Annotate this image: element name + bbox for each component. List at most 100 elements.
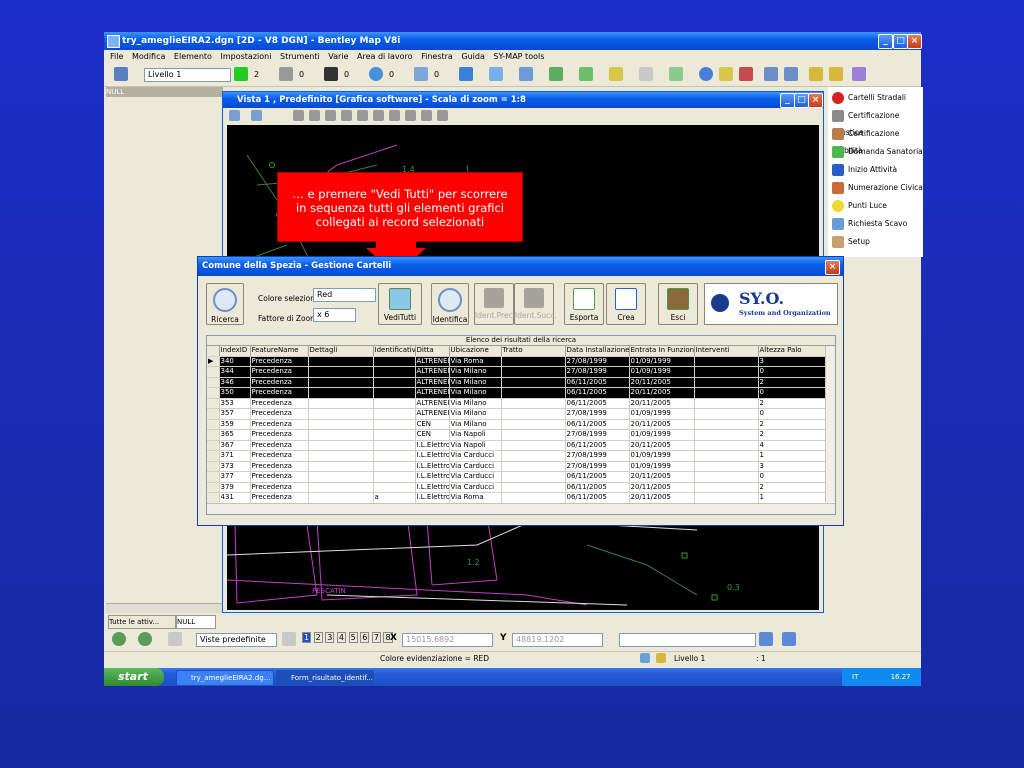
table-cell[interactable]: Precedenza [250,461,309,472]
table-cell[interactable] [501,356,566,367]
table-cell[interactable] [373,482,416,493]
maximize-button[interactable]: □ [893,34,908,49]
row-indicator[interactable] [207,377,220,388]
column-header[interactable]: Dettagli [308,346,374,357]
ricerca-button[interactable]: Ricerca [206,283,244,325]
table-cell[interactable] [501,471,566,483]
table-row[interactable]: 346 Precedenza ALTRENER Via Milano 06/11/200… [207,377,828,388]
view-attributes-icon[interactable] [229,110,240,121]
layer2-icon[interactable] [784,67,798,81]
row-indicator[interactable] [207,492,220,504]
table-cell[interactable]: CEN [415,429,450,441]
table-cell[interactable]: Via Roma [449,356,502,367]
view-close-button[interactable]: × [808,93,823,108]
menu-guida[interactable]: Guida [461,52,484,61]
table-cell[interactable] [694,356,759,367]
table-cell[interactable]: 359 [219,419,251,430]
table-cell[interactable]: 20/11/2005 [629,471,695,483]
table-cell[interactable]: I.L.Elettro [415,461,450,472]
menu-cartelli-stradali[interactable]: Cartelli Stradali [832,89,906,106]
table-cell[interactable]: 371 [219,450,251,462]
table-cell[interactable]: 20/11/2005 [629,482,695,493]
menu-impostazioni[interactable]: Impostazioni [220,52,271,61]
table-cell[interactable]: 01/09/1999 [629,356,695,367]
menu-numerazione-civica[interactable]: Numerazione Civica [832,179,923,196]
table-cell[interactable]: Precedenza [250,408,309,420]
snap-icon[interactable] [639,67,653,81]
table-cell[interactable]: 27/08/1999 [565,366,630,378]
table-cell[interactable] [308,461,374,472]
table-cell[interactable]: Via Napoli [449,429,502,441]
views-select[interactable]: Viste predefinite [196,633,277,647]
table-cell[interactable]: 20/11/2005 [629,398,695,409]
table-cell[interactable]: 431 [219,492,251,504]
table-cell[interactable]: 0 [758,366,828,378]
table-cell[interactable] [373,440,416,451]
view-display-icon[interactable] [251,110,262,121]
zoom-in-icon[interactable] [309,110,320,121]
table-cell[interactable]: I.L.Elettro [415,440,450,451]
menu-setup[interactable]: Setup [832,233,870,250]
table-cell[interactable]: Precedenza [250,377,309,388]
table-cell[interactable] [308,482,374,493]
table-cell[interactable]: Precedenza [250,471,309,483]
table-cell[interactable]: 344 [219,366,251,378]
table-cell[interactable]: 3 [758,461,828,472]
menu-file[interactable]: File [110,52,123,61]
table-cell[interactable]: Via Milano [449,419,502,430]
column-header[interactable]: Interventi [694,346,759,357]
table-cell[interactable]: I.L.Elettro [415,471,450,483]
table-cell[interactable]: I.L.Elettro [415,482,450,493]
zoom-select[interactable]: x 6 [313,308,356,322]
left-panel-scrollbar[interactable] [106,603,223,613]
table-cell[interactable]: CEN [415,419,450,430]
table-cell[interactable] [373,377,416,388]
table-cell[interactable]: 06/11/2005 [565,440,630,451]
table-cell[interactable]: 27/08/1999 [565,450,630,462]
window-area-icon[interactable] [341,110,352,121]
table-cell[interactable] [501,482,566,493]
table-cell[interactable]: I.L.Elettro [415,492,450,504]
table-cell[interactable]: Precedenza [250,398,309,409]
start-button[interactable]: start [104,668,164,686]
grid-horizontal-scrollbar[interactable] [207,503,835,514]
vedi-tutti-button[interactable]: VediTutti [378,283,422,325]
column-header[interactable]: Altezza Palo [758,346,828,357]
table-cell[interactable]: Via Roma [449,492,502,504]
table-cell[interactable]: 20/11/2005 [629,492,695,504]
table-cell[interactable] [694,419,759,430]
table-cell[interactable] [501,440,566,451]
table-cell[interactable]: 3 [758,356,828,367]
level-select[interactable]: Livello 1 [144,68,231,82]
row-indicator[interactable] [207,366,220,378]
view-group-icon[interactable] [282,632,296,646]
table-cell[interactable]: 350 [219,387,251,399]
table-cell[interactable]: 20/11/2005 [629,387,695,399]
table-cell[interactable] [308,377,374,388]
table-cell[interactable]: 01/09/1999 [629,366,695,378]
view-7-button[interactable]: 7 [371,632,381,643]
view-minimize-button[interactable]: _ [780,93,795,108]
table-cell[interactable] [373,387,416,399]
view-6-button[interactable]: 6 [360,632,370,643]
menu-inizio-attivita[interactable]: Inizio Attività [832,161,897,178]
rotate-icon[interactable] [579,67,593,81]
table-cell[interactable] [308,398,374,409]
table-row[interactable]: 365 Precedenza CEN Via Napoli 27/08/1999 01/0… [207,429,828,441]
table-cell[interactable]: Via Carducci [449,482,502,493]
snap-mode-icon[interactable] [782,632,796,646]
table-cell[interactable] [694,377,759,388]
grid-vertical-scrollbar[interactable] [825,346,835,502]
zoom-out-icon[interactable] [325,110,336,121]
table-cell[interactable] [373,408,416,420]
table-cell[interactable]: Via Milano [449,398,502,409]
forward-icon[interactable] [138,632,152,646]
close-button[interactable]: × [907,34,922,49]
table-cell[interactable]: Precedenza [250,429,309,441]
table-row[interactable]: 344 Precedenza ALTRENER Via Milano 27/08/199… [207,366,828,378]
table-cell[interactable]: ALTRENER [415,356,450,367]
table-cell[interactable]: 06/11/2005 [565,482,630,493]
table-cell[interactable]: Via Napoli [449,440,502,451]
menu-strumenti[interactable]: Strumenti [280,52,320,61]
priority-icon[interactable] [414,67,428,81]
